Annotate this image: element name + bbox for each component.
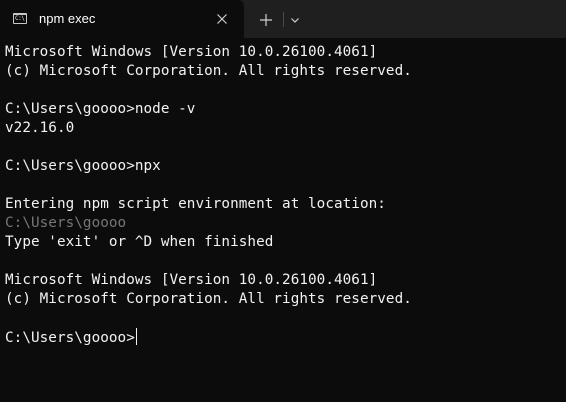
terminal-line: C:\Users\goooo>npx	[5, 158, 161, 174]
tab-npm-exec[interactable]: C:\ npm exec	[0, 0, 244, 38]
terminal-line: (c) Microsoft Corporation. All rights re…	[5, 63, 412, 79]
prompt-line[interactable]: C:\Users\goooo>	[5, 328, 412, 347]
tab-title: npm exec	[39, 11, 96, 26]
terminal-line: Type 'exit' or ^D when finished	[5, 234, 274, 250]
terminal-text: Microsoft Windows [Version 10.0.26100.40…	[5, 43, 412, 347]
terminal-window: C:\ npm exec Microsoft Windows [Version …	[0, 0, 566, 402]
close-icon[interactable]	[214, 11, 230, 27]
terminal-icon-glyph: C:\	[15, 15, 25, 22]
terminal-line: (c) Microsoft Corporation. All rights re…	[5, 291, 412, 307]
title-bar: C:\ npm exec	[0, 0, 566, 38]
terminal-output[interactable]: Microsoft Windows [Version 10.0.26100.40…	[0, 38, 566, 402]
toolbar-divider	[283, 12, 284, 27]
terminal-line: Microsoft Windows [Version 10.0.26100.40…	[5, 272, 378, 288]
chevron-down-icon[interactable]	[287, 12, 303, 28]
terminal-line: C:\Users\goooo>node -v	[5, 101, 196, 117]
terminal-line: C:\Users\goooo	[5, 215, 127, 231]
terminal-line: Entering npm script environment at locat…	[5, 196, 386, 212]
terminal-icon: C:\	[13, 13, 27, 24]
prompt-text: C:\Users\goooo>	[5, 330, 135, 346]
terminal-line: Microsoft Windows [Version 10.0.26100.40…	[5, 44, 378, 60]
terminal-line: v22.16.0	[5, 120, 75, 136]
text-cursor	[135, 328, 137, 345]
plus-icon[interactable]	[257, 11, 275, 29]
